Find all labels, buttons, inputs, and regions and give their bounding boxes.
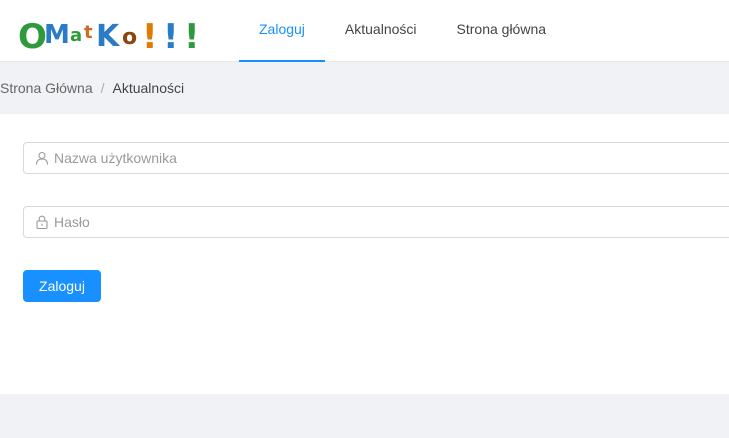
- breadcrumb: Strona Główna / Aktualności: [0, 80, 184, 96]
- login-button[interactable]: Zaloguj: [23, 270, 101, 302]
- logo-letter-o2: o: [122, 25, 137, 50]
- nav-item-strona-glowna[interactable]: Strona główna: [437, 0, 567, 62]
- password-field: [23, 206, 729, 238]
- logo-letter-t: t: [84, 22, 93, 43]
- nav-item-aktualnosci[interactable]: Aktualności: [325, 0, 437, 62]
- logo-exclamation-2: !: [163, 17, 179, 56]
- logo-exclamation-3: !: [184, 17, 200, 56]
- password-input[interactable]: [54, 207, 729, 237]
- breadcrumb-current: Aktualności: [112, 80, 185, 96]
- nav-item-zaloguj[interactable]: Zaloguj: [239, 0, 325, 62]
- breadcrumb-home[interactable]: Strona Główna: [0, 80, 93, 96]
- logo-letter-o: O: [18, 17, 47, 56]
- username-field: [23, 142, 729, 174]
- lock-icon: [36, 215, 48, 229]
- username-input[interactable]: [54, 143, 729, 173]
- login-panel: Zaloguj: [0, 114, 729, 394]
- main-nav: Zaloguj Aktualności Strona główna: [239, 0, 566, 62]
- logo-letter-a: a: [70, 25, 82, 46]
- breadcrumb-separator: /: [100, 80, 105, 96]
- logo-exclamation-1: !: [142, 17, 158, 56]
- user-icon: [35, 151, 49, 165]
- top-header: O M a t K o ! ! ! Zaloguj Aktualności St…: [0, 0, 729, 62]
- omatko-logo[interactable]: O M a t K o ! ! !: [18, 10, 213, 56]
- logo-letter-k: K: [96, 19, 121, 54]
- logo-letter-m: M: [44, 20, 70, 50]
